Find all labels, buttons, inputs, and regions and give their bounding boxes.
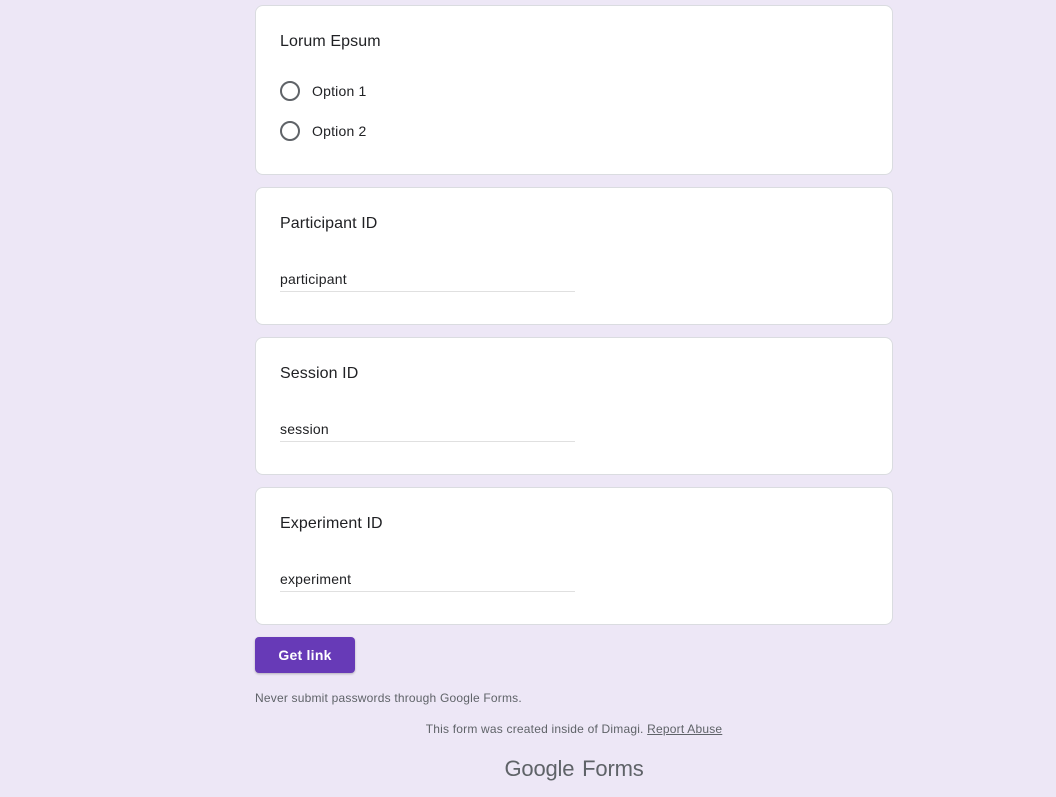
password-warning: Never submit passwords through Google Fo… — [255, 691, 522, 705]
question-title: Participant ID — [280, 215, 378, 232]
report-abuse-link[interactable]: Report Abuse — [647, 722, 722, 736]
session-id-input[interactable] — [280, 417, 575, 442]
footer-created-line: This form was created inside of Dimagi. … — [255, 722, 893, 736]
question-card-experiment-id: Experiment ID — [255, 487, 893, 625]
radio-option-label: Option 1 — [312, 83, 367, 99]
google-wordmark: Google — [504, 756, 575, 781]
experiment-id-input[interactable] — [280, 567, 575, 592]
radio-button-icon[interactable] — [280, 81, 300, 101]
radio-option-2[interactable]: Option 2 — [280, 120, 367, 142]
radio-option-1[interactable]: Option 1 — [280, 80, 367, 102]
form-page: Lorum Epsum Option 1 Option 2 Participan… — [0, 0, 1056, 797]
radio-option-label: Option 2 — [312, 123, 367, 139]
question-title: Experiment ID — [280, 515, 383, 532]
forms-wordmark: Forms — [582, 756, 644, 781]
get-link-button[interactable]: Get link — [255, 637, 355, 673]
radio-button-icon[interactable] — [280, 121, 300, 141]
question-card-session-id: Session ID — [255, 337, 893, 475]
participant-id-input[interactable] — [280, 267, 575, 292]
question-title: Session ID — [280, 365, 359, 382]
google-forms-logo[interactable]: Google Forms — [255, 756, 893, 782]
question-title: Lorum Epsum — [280, 33, 381, 50]
question-card-lorum-epsum: Lorum Epsum Option 1 Option 2 — [255, 5, 893, 175]
question-card-participant-id: Participant ID — [255, 187, 893, 325]
footer-created-text: This form was created inside of Dimagi. — [425, 722, 644, 736]
